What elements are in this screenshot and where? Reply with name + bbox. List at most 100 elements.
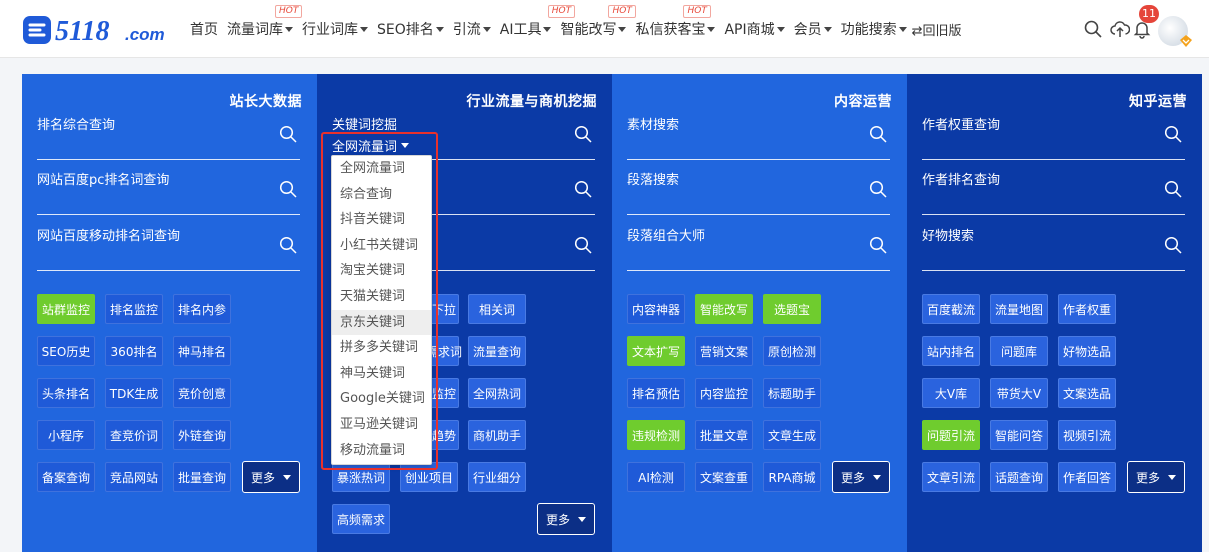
search-icon[interactable] xyxy=(1164,180,1182,198)
search-icon[interactable] xyxy=(1164,125,1182,143)
tool-button[interactable]: 站群监控 xyxy=(37,294,95,324)
tool-button[interactable]: 流量查询 xyxy=(468,336,526,366)
more-button[interactable]: 更多 xyxy=(537,503,595,535)
hot-badge: HOT xyxy=(683,5,711,18)
tool-button[interactable]: 排名预估 xyxy=(627,378,685,408)
cloud-upload-icon[interactable] xyxy=(1110,19,1130,39)
tool-button[interactable]: SEO历史 xyxy=(37,336,95,366)
tool-button[interactable]: 流量地图 xyxy=(990,294,1048,324)
nav-item-7[interactable]: 私信获客宝 HOT xyxy=(635,0,716,58)
nav-item-4[interactable]: 引流 xyxy=(453,0,491,58)
tool-button[interactable]: 违规检测 xyxy=(627,420,685,450)
nav-item-0[interactable]: 首页 xyxy=(190,0,218,58)
search-icon[interactable] xyxy=(869,180,887,198)
tool-button[interactable]: 相关词 xyxy=(468,294,526,324)
tool-button[interactable]: RPA商城 xyxy=(763,462,821,492)
search-icon[interactable] xyxy=(1164,236,1182,254)
tool-button[interactable]: 查竞价词 xyxy=(105,420,163,450)
search-field[interactable]: 排名综合查询 xyxy=(37,114,300,160)
tool-button[interactable]: 竞价创意 xyxy=(173,378,231,408)
tool-button[interactable]: 全网热词 xyxy=(468,378,526,408)
tool-button[interactable]: 备案查询 xyxy=(37,462,95,492)
tool-button[interactable]: 内容神器 xyxy=(627,294,685,324)
more-button-label: 更多 xyxy=(545,512,570,527)
more-button[interactable]: 更多 xyxy=(242,461,300,493)
search-field-label: 素材搜索 xyxy=(627,118,680,133)
tool-button[interactable]: 话题查询 xyxy=(990,462,1048,492)
tool-button[interactable]: AI检测 xyxy=(627,462,685,492)
search-field[interactable]: 作者排名查询 xyxy=(922,169,1185,215)
nav-item-8[interactable]: API商城 xyxy=(724,0,785,58)
tool-button[interactable]: 问题引流 xyxy=(922,420,980,450)
tool-button[interactable]: 作者权重 xyxy=(1058,294,1116,324)
search-icon[interactable] xyxy=(279,125,297,143)
tool-button[interactable]: 商机助手 xyxy=(468,420,526,450)
more-button[interactable]: 更多 xyxy=(1127,461,1185,493)
tool-button[interactable]: 文章生成 xyxy=(763,420,821,450)
tool-button[interactable]: 选题宝 xyxy=(763,294,821,324)
tool-button[interactable]: 头条排名 xyxy=(37,378,95,408)
tool-button[interactable]: 批量文章 xyxy=(695,420,753,450)
tool-button[interactable]: 智能问答 xyxy=(990,420,1048,450)
search-field[interactable]: 段落搜索 xyxy=(627,169,890,215)
search-icon[interactable] xyxy=(869,125,887,143)
tool-button[interactable]: 百度截流 xyxy=(922,294,980,324)
tool-button[interactable]: 文案查重 xyxy=(695,462,753,492)
search-icon[interactable] xyxy=(574,180,592,198)
tool-button[interactable]: 标题助手 xyxy=(763,378,821,408)
search-icon[interactable] xyxy=(574,236,592,254)
tool-button[interactable]: 文本扩写 xyxy=(627,336,685,366)
tool-button[interactable]: 好物选品 xyxy=(1058,336,1116,366)
search-icon[interactable] xyxy=(1083,19,1103,39)
tool-button[interactable]: 文章引流 xyxy=(922,462,980,492)
nav-item-label: 首页 xyxy=(190,22,218,38)
tool-button[interactable]: 行业细分 xyxy=(468,462,526,492)
nav-item-3[interactable]: SEO排名 xyxy=(377,0,444,58)
tool-button[interactable]: 小程序 xyxy=(37,420,95,450)
tool-button[interactable]: 站内排名 xyxy=(922,336,980,366)
search-field[interactable]: 好物搜索 xyxy=(922,225,1185,271)
caret-down-icon xyxy=(543,26,552,32)
tool-button[interactable]: 外链查询 xyxy=(173,420,231,450)
search-field[interactable]: 段落组合大师 xyxy=(627,225,890,271)
nav-item-10[interactable]: 功能搜索 xyxy=(841,0,907,58)
site-logo[interactable]: 5118 .com xyxy=(22,13,172,47)
tool-button[interactable]: 大V库 xyxy=(922,378,980,408)
search-icon[interactable] xyxy=(869,236,887,254)
search-field[interactable]: 网站百度移动排名词查询 xyxy=(37,225,300,271)
tool-button[interactable]: 高频需求 xyxy=(332,504,390,534)
notification-badge[interactable]: 11 xyxy=(1139,5,1159,23)
search-field-label: 好物搜索 xyxy=(922,229,975,244)
tool-button[interactable]: 竞品网站 xyxy=(105,462,163,492)
tool-button[interactable]: 视频引流 xyxy=(1058,420,1116,450)
nav-item-9[interactable]: 会员 xyxy=(794,0,832,58)
nav-item-6[interactable]: 智能改写 HOT xyxy=(560,0,636,58)
old-version-link[interactable]: ⇄回旧版 xyxy=(912,0,962,58)
tool-button[interactable]: 神马排名 xyxy=(173,336,231,366)
more-button-label: 更多 xyxy=(1135,470,1160,485)
tool-button[interactable]: 营销文案 xyxy=(695,336,753,366)
tool-button[interactable]: 排名内参 xyxy=(173,294,231,324)
nav-item-5[interactable]: AI工具 HOT xyxy=(500,0,576,58)
search-field[interactable]: 素材搜索 xyxy=(627,114,890,160)
search-field-label: 段落搜索 xyxy=(627,173,680,188)
search-icon[interactable] xyxy=(279,236,297,254)
search-field[interactable]: 网站百度pc排名词查询 xyxy=(37,169,300,215)
tool-button[interactable]: 内容监控 xyxy=(695,378,753,408)
nav-item-2[interactable]: 行业词库 xyxy=(302,0,368,58)
nav-item-1[interactable]: 流量词库 HOT xyxy=(227,0,303,58)
tool-button[interactable]: 问题库 xyxy=(990,336,1048,366)
tool-button[interactable]: 带货大V xyxy=(990,378,1048,408)
more-button[interactable]: 更多 xyxy=(832,461,890,493)
tool-button[interactable]: 排名监控 xyxy=(105,294,163,324)
tool-button[interactable]: TDK生成 xyxy=(105,378,163,408)
tool-button[interactable]: 原创检测 xyxy=(763,336,821,366)
tool-button[interactable]: 文案选品 xyxy=(1058,378,1116,408)
search-icon[interactable] xyxy=(574,125,592,143)
search-icon[interactable] xyxy=(279,180,297,198)
tool-button[interactable]: 360排名 xyxy=(105,336,163,366)
tool-button[interactable]: 智能改写 xyxy=(695,294,753,324)
tool-button[interactable]: 作者回答 xyxy=(1058,462,1116,492)
tool-button[interactable]: 批量查询 xyxy=(173,462,231,492)
search-field[interactable]: 作者权重查询 xyxy=(922,114,1185,160)
